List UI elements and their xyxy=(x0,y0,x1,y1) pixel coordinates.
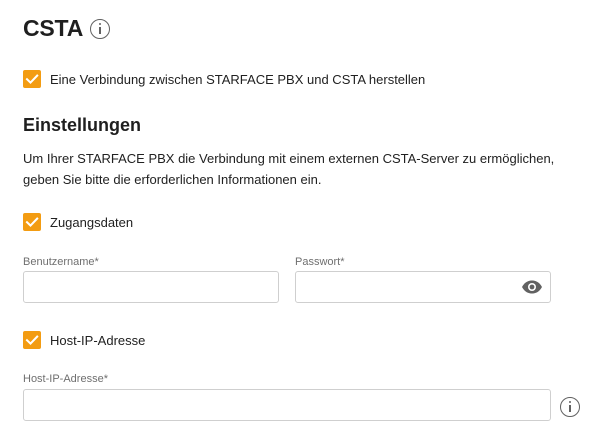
info-icon[interactable] xyxy=(90,19,110,39)
connect-csta-label: Eine Verbindung zwischen STARFACE PBX un… xyxy=(50,72,426,87)
host-ip-info-icon[interactable] xyxy=(560,397,580,417)
username-input[interactable] xyxy=(23,271,279,303)
page-title: CSTA xyxy=(23,15,84,41)
password-label: Passwort* xyxy=(295,256,345,268)
credentials-checkbox[interactable] xyxy=(23,213,41,231)
connect-csta-checkbox[interactable] xyxy=(23,70,41,88)
eye-icon[interactable] xyxy=(521,280,543,294)
credentials-label: Zugangsdaten xyxy=(50,215,134,230)
host-ip-input[interactable] xyxy=(23,389,551,421)
host-ip-checkbox[interactable] xyxy=(23,331,41,349)
username-label: Benutzername* xyxy=(23,256,99,268)
password-input[interactable] xyxy=(295,271,551,303)
host-ip-label: Host-IP-Adresse* xyxy=(23,373,108,385)
settings-heading: Einstellungen xyxy=(23,115,142,135)
csta-settings-page: CSTA Eine Verbindung zwischen STARFACE P… xyxy=(0,0,596,439)
settings-description: Um Ihrer STARFACE PBX die Verbindung mit… xyxy=(23,151,555,187)
host-ip-toggle-label: Host-IP-Adresse xyxy=(50,333,146,348)
